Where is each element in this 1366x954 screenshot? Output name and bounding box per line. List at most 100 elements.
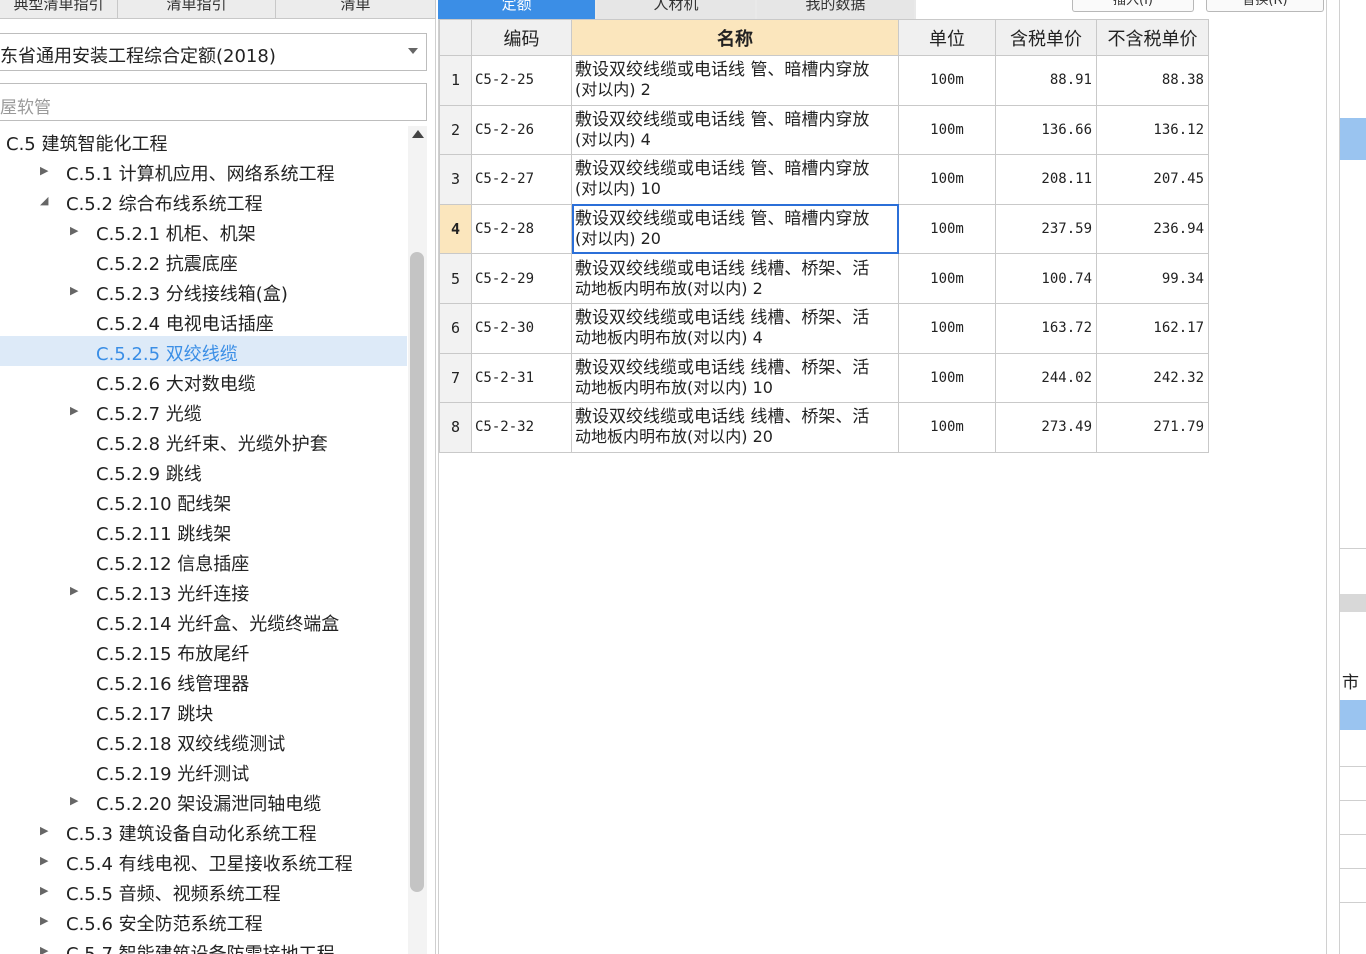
col-header-tax-price[interactable]: 含税单价 bbox=[995, 19, 1097, 56]
tree-item[interactable]: ▶ C.5.2.13 光纤连接 bbox=[0, 576, 407, 606]
cell-name[interactable]: 敷设双绞线缆或电话线 线槽、桥架、活 动地板内明布放(对以内) 10 bbox=[571, 352, 899, 404]
scrollbar-thumb[interactable] bbox=[410, 252, 424, 892]
table-row[interactable]: 2 C5-2-26 敷设双绞线缆或电话线 管、暗槽内穿放 (对以内) 4 100m 136… bbox=[439, 104, 1209, 156]
search-input[interactable]: 屋软管 bbox=[0, 83, 427, 121]
cell-unit[interactable]: 100m bbox=[898, 302, 996, 354]
tab-typical-bill-guide[interactable]: 典型清单指引 bbox=[0, 0, 118, 18]
collapse-arrow-icon[interactable]: ▶ bbox=[70, 225, 78, 236]
cell-code[interactable]: C5-2-27 bbox=[471, 154, 572, 205]
table-row[interactable]: 7 C5-2-31 敷设双绞线缆或电话线 线槽、桥架、活 动地板内明布放(对以内) 1… bbox=[439, 352, 1209, 404]
tree-item[interactable]: ▶ C.5.6 安全防范系统工程 bbox=[0, 906, 407, 936]
cell-notax-price[interactable]: 236.94 bbox=[1096, 203, 1209, 255]
cell-tax-price[interactable]: 136.66 bbox=[995, 104, 1097, 156]
collapse-arrow-icon[interactable]: ▶ bbox=[40, 165, 48, 176]
cell-notax-price[interactable]: 88.38 bbox=[1096, 55, 1209, 106]
collapse-arrow-icon[interactable]: ▶ bbox=[40, 825, 48, 836]
tree-item[interactable]: C.5.2.2 抗震底座 bbox=[0, 246, 407, 276]
cell-code[interactable]: C5-2-31 bbox=[471, 352, 572, 404]
replace-button[interactable]: 替换(R) bbox=[1206, 0, 1324, 12]
row-index[interactable]: 6 bbox=[439, 302, 472, 354]
tree-item[interactable]: ▶ C.5.2.1 机柜、机架 bbox=[0, 216, 407, 246]
quota-book-select[interactable]: 东省通用安装工程综合定额(2018) bbox=[0, 33, 427, 71]
collapse-arrow-icon[interactable]: ▶ bbox=[70, 795, 78, 806]
scroll-up-icon[interactable] bbox=[412, 130, 424, 138]
cell-tax-price[interactable]: 273.49 bbox=[995, 402, 1097, 453]
collapse-arrow-icon[interactable]: ▶ bbox=[70, 405, 78, 416]
tree-item[interactable]: C.5.2.18 双绞线缆测试 bbox=[0, 726, 407, 756]
insert-button[interactable]: 插入(I) bbox=[1072, 0, 1194, 12]
cell-code[interactable]: C5-2-29 bbox=[471, 253, 572, 304]
expand-arrow-icon[interactable]: ◢ bbox=[40, 195, 48, 206]
cell-notax-price[interactable]: 136.12 bbox=[1096, 104, 1209, 156]
col-header-unit[interactable]: 单位 bbox=[898, 19, 996, 56]
collapse-arrow-icon[interactable]: ▶ bbox=[40, 885, 48, 896]
cell-name[interactable]: 敷设双绞线缆或电话线 管、暗槽内穿放 (对以内) 20 bbox=[571, 203, 899, 255]
col-header-name[interactable]: 名称 bbox=[571, 19, 899, 56]
tree-item[interactable]: C.5 建筑智能化工程 bbox=[0, 126, 407, 156]
cell-tax-price[interactable]: 88.91 bbox=[995, 55, 1097, 106]
tree-item[interactable]: C.5.2.9 跳线 bbox=[0, 456, 407, 486]
tree-item[interactable]: C.5.2.14 光纤盒、光缆终端盒 bbox=[0, 606, 407, 636]
tree-item[interactable]: C.5.2.4 电视电话插座 bbox=[0, 306, 407, 336]
cell-name[interactable]: 敷设双绞线缆或电话线 管、暗槽内穿放 (对以内) 4 bbox=[571, 104, 899, 156]
collapse-arrow-icon[interactable]: ▶ bbox=[70, 585, 78, 596]
tree-item[interactable]: C.5.2.10 配线架 bbox=[0, 486, 407, 516]
cell-notax-price[interactable]: 162.17 bbox=[1096, 302, 1209, 354]
tree-item[interactable]: C.5.2.5 双绞线缆 bbox=[0, 336, 407, 366]
tree-item[interactable]: C.5.2.12 信息插座 bbox=[0, 546, 407, 576]
tab-labor-material-machine[interactable]: 人材机 bbox=[597, 0, 755, 19]
side-scrollbar[interactable] bbox=[1340, 594, 1366, 612]
cell-notax-price[interactable]: 207.45 bbox=[1096, 154, 1209, 205]
tree-item[interactable]: C.5.2.16 线管理器 bbox=[0, 666, 407, 696]
cell-tax-price[interactable]: 244.02 bbox=[995, 352, 1097, 404]
tree-item[interactable]: ▶ C.5.7 智能建筑设备防雷接地工程 bbox=[0, 936, 407, 954]
table-row[interactable]: 5 C5-2-29 敷设双绞线缆或电话线 线槽、桥架、活 动地板内明布放(对以内) 2… bbox=[439, 253, 1209, 304]
table-row[interactable]: 4 C5-2-28 敷设双绞线缆或电话线 管、暗槽内穿放 (对以内) 20 100m 23… bbox=[439, 203, 1209, 255]
table-row[interactable]: 1 C5-2-25 敷设双绞线缆或电话线 管、暗槽内穿放 (对以内) 2 100m 88.… bbox=[439, 55, 1209, 106]
tree-scrollbar[interactable] bbox=[408, 126, 427, 954]
table-row[interactable]: 8 C5-2-32 敷设双绞线缆或电话线 线槽、桥架、活 动地板内明布放(对以内) 2… bbox=[439, 402, 1209, 453]
cell-unit[interactable]: 100m bbox=[898, 402, 996, 453]
tree-item[interactable]: C.5.2.6 大对数电缆 bbox=[0, 366, 407, 396]
cell-name[interactable]: 敷设双绞线缆或电话线 线槽、桥架、活 动地板内明布放(对以内) 20 bbox=[571, 402, 899, 453]
tree-item[interactable]: ▶ C.5.2.20 架设漏泄同轴电缆 bbox=[0, 786, 407, 816]
cell-unit[interactable]: 100m bbox=[898, 352, 996, 404]
cell-name[interactable]: 敷设双绞线缆或电话线 管、暗槽内穿放 (对以内) 2 bbox=[571, 55, 899, 106]
tab-quota[interactable]: 定额 bbox=[438, 0, 596, 19]
cell-code[interactable]: C5-2-28 bbox=[471, 203, 572, 255]
collapse-arrow-icon[interactable]: ▶ bbox=[40, 945, 48, 954]
row-index[interactable]: 1 bbox=[439, 55, 472, 106]
tab-bill-guide[interactable]: 清单指引 bbox=[118, 0, 276, 18]
collapse-arrow-icon[interactable]: ▶ bbox=[40, 855, 48, 866]
cell-unit[interactable]: 100m bbox=[898, 55, 996, 106]
table-row[interactable]: 3 C5-2-27 敷设双绞线缆或电话线 管、暗槽内穿放 (对以内) 10 100m 20… bbox=[439, 154, 1209, 205]
cell-unit[interactable]: 100m bbox=[898, 104, 996, 156]
collapse-arrow-icon[interactable]: ▶ bbox=[70, 285, 78, 296]
tree-item[interactable]: ▶ C.5.2.3 分线接线箱(盒) bbox=[0, 276, 407, 306]
cell-name[interactable]: 敷设双绞线缆或电话线 管、暗槽内穿放 (对以内) 10 bbox=[571, 154, 899, 205]
cell-notax-price[interactable]: 242.32 bbox=[1096, 352, 1209, 404]
row-index[interactable]: 4 bbox=[439, 203, 472, 255]
tree-item[interactable]: ▶ C.5.5 音频、视频系统工程 bbox=[0, 876, 407, 906]
row-index[interactable]: 7 bbox=[439, 352, 472, 404]
cell-tax-price[interactable]: 208.11 bbox=[995, 154, 1097, 205]
cell-code[interactable]: C5-2-30 bbox=[471, 302, 572, 354]
row-index[interactable]: 8 bbox=[439, 402, 472, 453]
tree-item[interactable]: ▶ C.5.1 计算机应用、网络系统工程 bbox=[0, 156, 407, 186]
tree-item[interactable]: C.5.2.17 跳块 bbox=[0, 696, 407, 726]
tab-bill[interactable]: 清单 bbox=[276, 0, 436, 18]
cell-tax-price[interactable]: 100.74 bbox=[995, 253, 1097, 304]
cell-notax-price[interactable]: 271.79 bbox=[1096, 402, 1209, 453]
cell-name[interactable]: 敷设双绞线缆或电话线 线槽、桥架、活 动地板内明布放(对以内) 4 bbox=[571, 302, 899, 354]
tab-my-data[interactable]: 我的数据 bbox=[756, 0, 914, 19]
tree-item[interactable]: C.5.2.8 光纤束、光缆外护套 bbox=[0, 426, 407, 456]
cell-tax-price[interactable]: 237.59 bbox=[995, 203, 1097, 255]
cell-tax-price[interactable]: 163.72 bbox=[995, 302, 1097, 354]
tree-item[interactable]: C.5.2.19 光纤测试 bbox=[0, 756, 407, 786]
col-header-code[interactable]: 编码 bbox=[471, 19, 572, 56]
cell-code[interactable]: C5-2-25 bbox=[471, 55, 572, 106]
cell-unit[interactable]: 100m bbox=[898, 253, 996, 304]
cell-unit[interactable]: 100m bbox=[898, 154, 996, 205]
tree-item[interactable]: ▶ C.5.4 有线电视、卫星接收系统工程 bbox=[0, 846, 407, 876]
cell-code[interactable]: C5-2-26 bbox=[471, 104, 572, 156]
